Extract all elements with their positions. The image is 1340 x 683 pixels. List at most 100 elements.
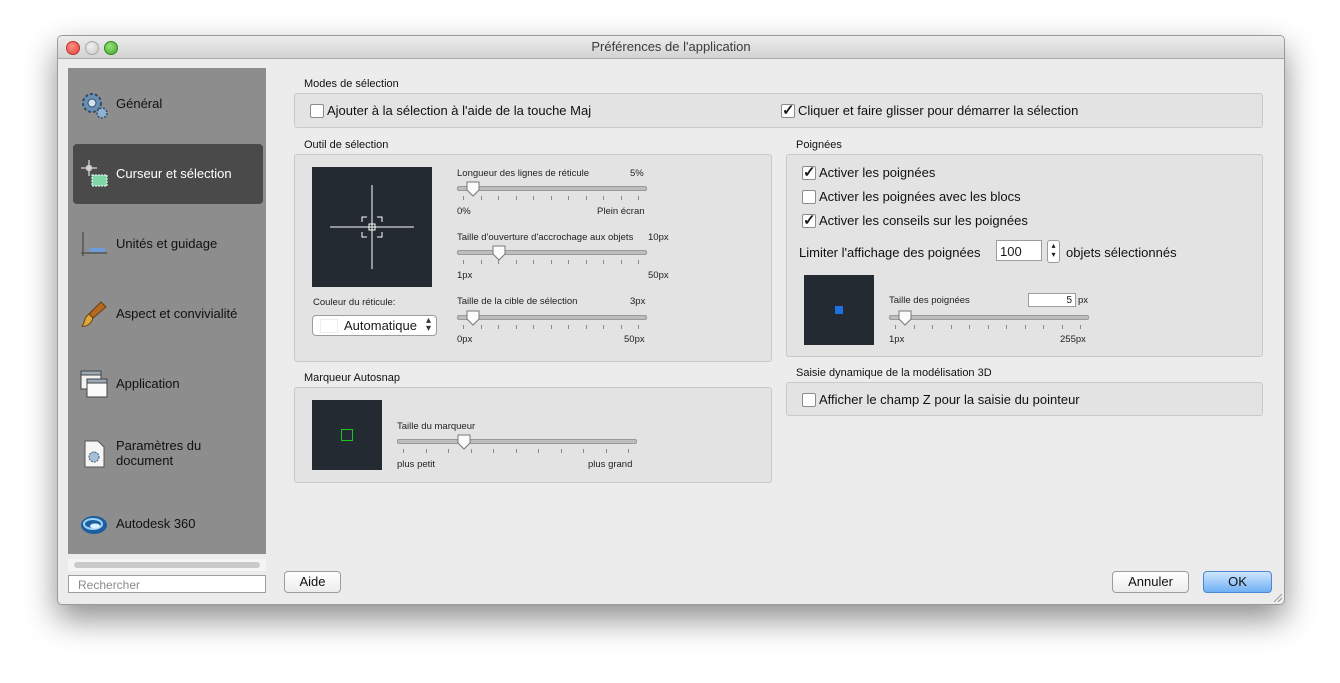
pickbox-size-label: Taille de la cible de sélection — [457, 296, 578, 307]
sidebar-item-general[interactable]: Général — [73, 74, 263, 134]
grips-group: Activer les poignées Activer les poignée… — [786, 154, 1263, 357]
grip-size-min: 1px — [889, 334, 905, 345]
grip-size-max: 255px — [1060, 334, 1086, 345]
dynamic-input-group: Afficher le champ Z pour la saisie du po… — [786, 382, 1263, 416]
section-title-grips: Poignées — [796, 139, 842, 151]
click-drag-checkbox[interactable] — [781, 101, 795, 119]
pickbox-size-slider[interactable] — [466, 310, 480, 326]
sidebar-item-look-feel[interactable]: Aspect et convivialité — [73, 284, 263, 344]
title-bar[interactable]: Préférences de l'application — [58, 36, 1284, 59]
sidebar-item-units[interactable]: Unités et guidage — [73, 214, 263, 274]
aperture-size-max: 50px — [648, 270, 669, 281]
aperture-size-label: Taille d'ouverture d'accrochage aux obje… — [457, 232, 634, 243]
selection-tool-group: Longueur des lignes de réticule 5% 0% Pl… — [294, 154, 772, 362]
slider-tick — [638, 196, 639, 200]
slider-tick — [550, 260, 552, 264]
slider-tick — [950, 325, 952, 329]
crosshair-color-label: Couleur du réticule: — [313, 297, 396, 308]
slider-tick — [603, 325, 604, 329]
grip-preview — [804, 275, 874, 345]
section-title-autosnap: Marqueur Autosnap — [304, 372, 401, 384]
sidebar-item-cursor-selection[interactable]: Curseur et sélection — [73, 144, 263, 204]
sidebar-item-label: Général — [116, 96, 163, 111]
ok-button[interactable]: OK — [1203, 571, 1272, 593]
slider-tick — [560, 449, 562, 453]
autosnap-preview — [312, 400, 382, 470]
slider-tick — [463, 325, 464, 329]
sidebar-item-label-line2: document — [116, 453, 174, 468]
scrollbar-thumb[interactable] — [74, 562, 260, 568]
help-button[interactable]: Aide — [284, 571, 341, 593]
resize-grip-icon[interactable] — [1272, 592, 1282, 602]
autosnap-marker — [341, 429, 353, 441]
sidebar-item-application[interactable]: Application — [73, 354, 263, 414]
z-field-label: Afficher le champ Z pour la saisie du po… — [819, 392, 1080, 407]
slider-tick — [585, 196, 587, 200]
marker-size-max: plus grand — [588, 459, 633, 470]
window-title: Préférences de l'application — [591, 39, 751, 54]
slider-tick — [448, 449, 449, 453]
pickbox-size-value: 3px — [630, 296, 646, 307]
section-title-selection-modes: Modes de sélection — [304, 78, 399, 90]
crosshair-length-track — [457, 186, 647, 191]
sidebar-scrollbar[interactable] — [68, 559, 266, 571]
grip-size-unit: px — [1078, 295, 1089, 306]
cancel-button[interactable]: Annuler — [1112, 571, 1189, 593]
slider-tick — [550, 196, 552, 200]
slider-tick — [583, 449, 584, 453]
crosshair-color-value: Automatique — [344, 318, 417, 333]
slider-tick — [620, 260, 622, 264]
slider-tick — [498, 325, 499, 329]
crosshair-color-select[interactable]: Automatique ▴ ▾ — [312, 315, 437, 336]
grips-in-blocks-checkbox[interactable] — [802, 190, 816, 204]
crosshair-selection-icon — [81, 160, 108, 187]
slider-tick — [498, 260, 499, 264]
aperture-size-slider[interactable] — [492, 245, 506, 261]
z-field-checkbox[interactable] — [802, 393, 816, 407]
slider-tick — [515, 260, 517, 264]
slider-tick — [568, 196, 569, 200]
sidebar-item-autodesk-360[interactable]: Autodesk 360 — [73, 494, 263, 554]
selection-modes-group: Ajouter à la sélection à l'aide de la to… — [294, 93, 1263, 128]
crosshair-length-min: 0% — [457, 206, 471, 217]
slider-tick — [1043, 325, 1044, 329]
crosshair-length-label: Longueur des lignes de réticule — [457, 168, 590, 179]
click-drag-label: Cliquer et faire glisser pour démarrer l… — [798, 103, 1079, 118]
crosshair-length-slider[interactable] — [466, 181, 480, 197]
sidebar-item-document-settings[interactable]: Paramètres du document — [73, 424, 263, 484]
sidebar-item-label: Curseur et sélection — [116, 166, 232, 181]
aperture-size-track — [457, 250, 647, 255]
grip-size-slider[interactable] — [898, 310, 912, 326]
shift-add-label: Ajouter à la sélection à l'aide de la to… — [327, 103, 592, 118]
crosshair-length-value: 5% — [630, 168, 644, 179]
marker-size-slider[interactable] — [457, 434, 471, 450]
slider-tick — [403, 449, 404, 453]
grip-limit-input[interactable]: 100 — [996, 240, 1042, 261]
marker-size-track — [397, 439, 637, 444]
crosshair-preview — [312, 167, 432, 287]
grip-tips-label: Activer les conseils sur les poignées — [819, 213, 1028, 228]
aperture-size-min: 1px — [457, 270, 473, 281]
grip-size-input[interactable]: 5 — [1028, 293, 1076, 307]
slider-tick — [493, 449, 494, 453]
slider-tick — [515, 196, 517, 200]
grip-tips-checkbox[interactable] — [802, 211, 816, 229]
shift-add-checkbox[interactable] — [310, 104, 324, 118]
slider-tick — [585, 260, 587, 264]
sidebar-item-label: Application — [116, 376, 180, 391]
autosnap-group: Taille du marqueur plus petit plus grand — [294, 387, 772, 483]
slider-tick — [638, 325, 639, 329]
pickbox-size-track — [457, 315, 647, 320]
grip-sample — [835, 306, 843, 314]
sidebar: Général Curseur et sélection Unités et g… — [68, 68, 266, 554]
slider-tick — [538, 449, 539, 453]
grip-limit-stepper[interactable]: ▴ ▾ — [1047, 240, 1060, 263]
slider-tick — [987, 325, 989, 329]
slider-tick — [620, 325, 622, 329]
slider-tick — [470, 449, 472, 453]
search-input[interactable]: Rechercher — [68, 575, 266, 593]
slider-tick — [533, 196, 534, 200]
enable-grips-checkbox[interactable] — [802, 163, 816, 181]
slider-tick — [895, 325, 896, 329]
grip-limit-label: Limiter l'affichage des poignées — [799, 245, 981, 260]
